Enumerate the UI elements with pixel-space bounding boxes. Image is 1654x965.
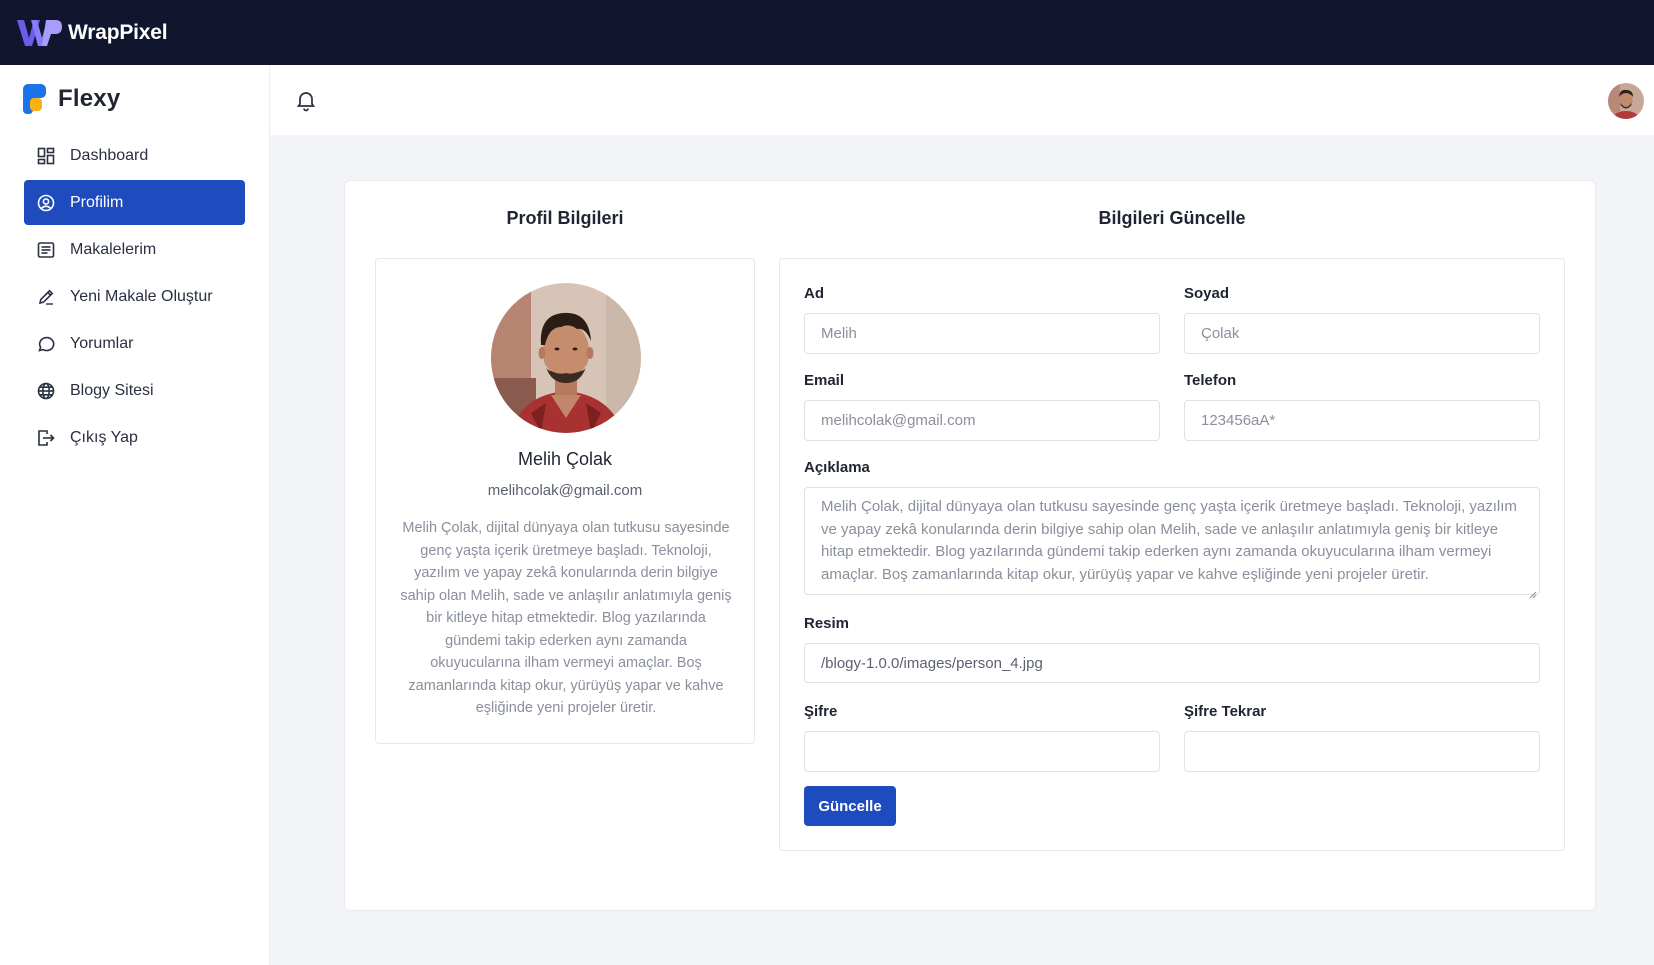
profile-bio: Melih Çolak, dijital dünyaya olan tutkus… <box>400 520 732 716</box>
sidebar-item-cikis-yap[interactable]: Çıkış Yap <box>24 415 245 460</box>
sidebar-item-label: Yorumlar <box>70 334 134 352</box>
soyad-label: Soyad <box>1184 285 1230 302</box>
user-avatar[interactable] <box>1608 83 1644 119</box>
sidebar-nav: Dashboard Profilim Makalelerim Yeni Maka… <box>0 133 269 460</box>
resize-handle-icon[interactable] <box>1529 584 1537 599</box>
guncelle-button[interactable]: Güncelle <box>804 786 896 826</box>
brand[interactable]: Flexy <box>0 65 269 133</box>
sifre-label: Şifre <box>804 703 838 720</box>
sidebar-item-makalelerim[interactable]: Makalelerim <box>24 227 245 272</box>
sifre-input[interactable] <box>804 731 1160 772</box>
profile-section-title: Profil Bilgileri <box>506 208 624 228</box>
logout-icon <box>36 428 56 448</box>
soyad-input[interactable]: Çolak <box>1184 313 1540 354</box>
sidebar-item-label: Çıkış Yap <box>70 428 138 446</box>
wrappixel-logo-text: WrapPixel <box>68 20 168 44</box>
update-form: Ad Melih Soyad Çolak Email melihcolak@gm… <box>779 258 1565 851</box>
sidebar-item-label: Profilim <box>70 193 124 211</box>
aciklama-label: Açıklama <box>804 459 870 476</box>
ad-input[interactable]: Melih <box>804 313 1160 354</box>
wrappixel-logo[interactable]: WrapPixel <box>16 18 168 48</box>
sidebar-item-label: Blogy Sitesi <box>70 381 154 399</box>
sidebar-item-dashboard[interactable]: Dashboard <box>24 133 245 178</box>
aciklama-text: Melih Çolak, dijital dünyaya olan tutkus… <box>821 498 1517 583</box>
page-header <box>270 65 1654 135</box>
brand-name: Flexy <box>58 85 121 112</box>
update-section-title: Bilgileri Güncelle <box>1098 208 1246 228</box>
sidebar: Flexy Dashboard Profilim Makalelerim Yen… <box>0 65 270 965</box>
bell-icon[interactable] <box>294 88 318 112</box>
telefon-label: Telefon <box>1184 372 1237 389</box>
globe-icon <box>36 381 56 401</box>
sidebar-item-yorumlar[interactable]: Yorumlar <box>24 321 245 366</box>
email-input[interactable]: melihcolak@gmail.com <box>804 400 1160 441</box>
dashboard-icon <box>36 146 56 166</box>
profile-info-box: Melih Çolak melihcolak@gmail.com Melih Ç… <box>375 258 755 744</box>
sidebar-item-label: Yeni Makale Oluştur <box>70 287 213 305</box>
profile-card: Profil Bilgileri Bilgileri Güncelle Meli… <box>344 180 1596 911</box>
profile-email: melihcolak@gmail.com <box>487 482 643 499</box>
resim-label: Resim <box>804 615 850 632</box>
user-circle-icon <box>36 193 56 213</box>
sidebar-item-label: Makalelerim <box>70 240 157 258</box>
pencil-icon <box>36 287 56 307</box>
sidebar-item-yeni-makale[interactable]: Yeni Makale Oluştur <box>24 274 245 319</box>
telefon-input[interactable]: 123456aA* <box>1184 400 1540 441</box>
flexy-logo-icon <box>23 84 46 114</box>
article-icon <box>36 240 56 260</box>
ad-label: Ad <box>804 285 824 302</box>
aciklama-textarea[interactable]: Melih Çolak, dijital dünyaya olan tutkus… <box>804 487 1540 599</box>
sidebar-item-blogy-sitesi[interactable]: Blogy Sitesi <box>24 368 245 413</box>
wrappixel-topbar: WrapPixel <box>0 0 1654 65</box>
comment-icon <box>36 334 56 354</box>
sifre-tekrar-input[interactable] <box>1184 731 1540 772</box>
resim-input[interactable]: /blogy-1.0.0/images/person_4.jpg <box>804 643 1540 683</box>
wrappixel-logo-icon <box>17 19 62 46</box>
sidebar-item-label: Dashboard <box>70 146 149 164</box>
sifre-tekrar-label: Şifre Tekrar <box>1184 703 1267 720</box>
email-label: Email <box>804 372 845 389</box>
sidebar-item-profilim[interactable]: Profilim <box>24 180 245 225</box>
profile-avatar <box>491 283 641 433</box>
profile-name: Melih Çolak <box>517 449 613 469</box>
